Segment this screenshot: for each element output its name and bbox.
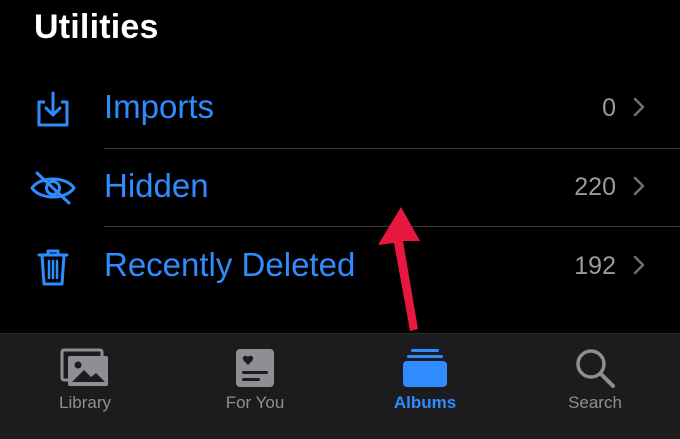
section-title: Utilities [34, 8, 159, 46]
eye-slash-icon [26, 165, 80, 211]
utility-row-imports[interactable]: Imports 0 [0, 70, 680, 148]
chevron-right-icon [633, 176, 645, 196]
utility-label: Recently Deleted [104, 246, 356, 283]
for-you-icon [229, 346, 281, 390]
utility-count: 220 [574, 173, 616, 201]
tab-search[interactable]: Search [510, 334, 680, 439]
utility-count: 192 [574, 252, 616, 280]
utility-count: 0 [602, 94, 616, 122]
trash-icon [26, 244, 80, 290]
utility-row-hidden[interactable]: Hidden 220 [0, 149, 680, 227]
tab-label: Search [568, 393, 622, 412]
tab-label: Albums [393, 393, 457, 412]
import-icon [26, 86, 80, 132]
utility-label: Hidden [104, 167, 209, 204]
tab-albums[interactable]: Albums [340, 334, 510, 439]
photos-albums-screen: Utilities Imports 0 Hidden 220 Recently … [0, 0, 680, 439]
utility-row-recently-deleted[interactable]: Recently Deleted 192 [0, 228, 680, 306]
tab-library[interactable]: Library [0, 334, 170, 439]
chevron-right-icon [633, 97, 645, 117]
row-separator [104, 226, 680, 227]
search-icon [569, 346, 621, 390]
photo-library-icon [59, 346, 111, 390]
tab-label: Library [59, 393, 111, 412]
chevron-right-icon [633, 255, 645, 275]
albums-icon [399, 346, 451, 390]
tab-label: For You [225, 393, 285, 412]
tab-for-you[interactable]: For You [170, 334, 340, 439]
utility-label: Imports [104, 88, 215, 125]
tab-bar: Library For You Albums Search [0, 333, 680, 439]
